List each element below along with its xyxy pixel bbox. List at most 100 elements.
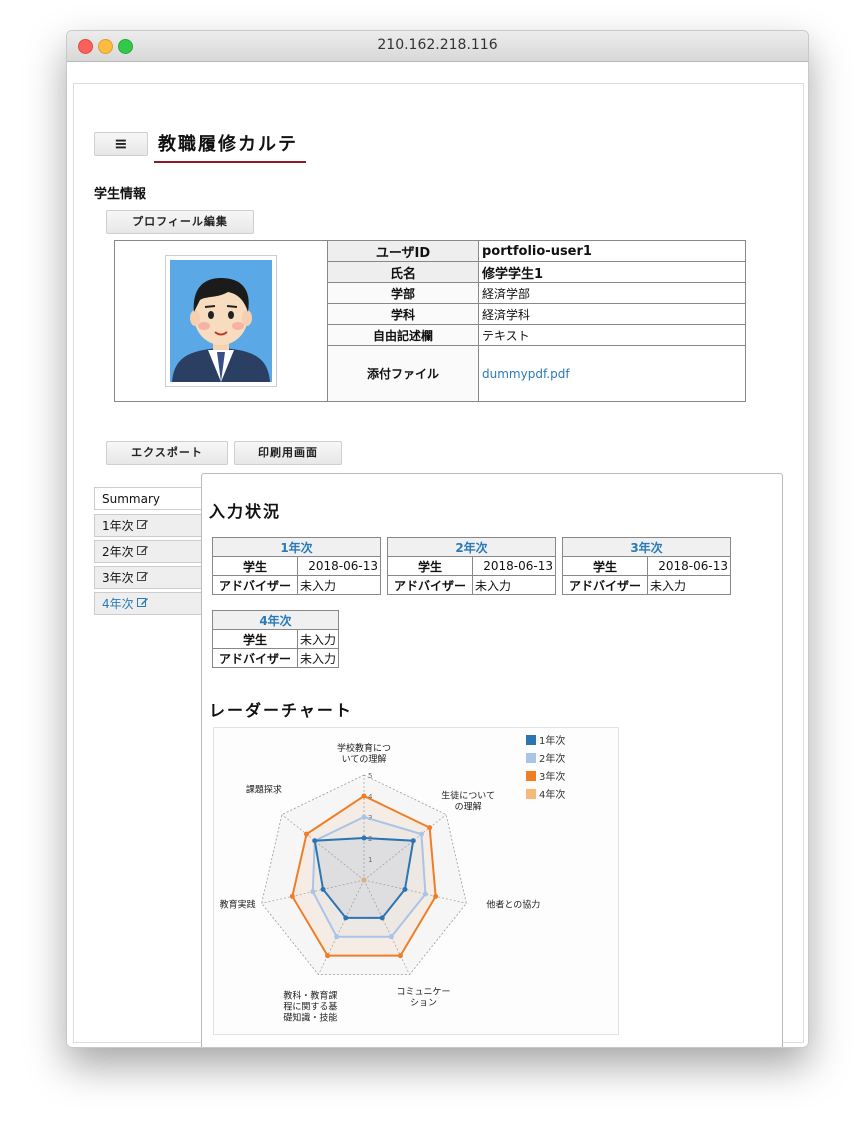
tab-label: Summary bbox=[102, 492, 160, 506]
radar-axis-label: 教育実践 bbox=[220, 898, 256, 910]
advisor-status: 未入力 bbox=[647, 575, 731, 595]
advisor-label: アドバイザー bbox=[212, 575, 298, 595]
radar-data-point bbox=[433, 893, 439, 899]
student-info-heading: 学生情報 bbox=[94, 187, 147, 202]
avatar bbox=[165, 255, 277, 387]
student-date: 2018-06-13 bbox=[472, 556, 556, 576]
export-button[interactable]: エクスポート bbox=[106, 441, 228, 465]
user-id-label: ユーザID bbox=[327, 240, 479, 262]
radar-data-point bbox=[422, 891, 428, 897]
title-underline bbox=[154, 161, 306, 163]
student-label: 学生 bbox=[212, 629, 298, 649]
student-label: 学生 bbox=[562, 556, 648, 576]
radar-data-point bbox=[418, 831, 424, 837]
radar-data-point bbox=[325, 953, 331, 959]
radar-chart: 12345学校教育についての理解生徒についての理解他者との協力コミュニケーション… bbox=[220, 734, 566, 1024]
menu-icon: ≡ bbox=[114, 134, 128, 153]
year-heading: 1年次 bbox=[212, 537, 381, 557]
photo-cell bbox=[114, 240, 328, 402]
radar-axis-label: 程に関する基 bbox=[283, 1001, 337, 1013]
radar-data-point bbox=[388, 934, 394, 940]
radar-axis-label: コミュニケー bbox=[397, 987, 451, 998]
name-label: 氏名 bbox=[327, 261, 479, 283]
tab-year-2[interactable]: 2年次 bbox=[94, 540, 202, 563]
faculty-value: 経済学部 bbox=[478, 282, 746, 304]
advisor-label: アドバイザー bbox=[387, 575, 473, 595]
tab-label: 4年次 bbox=[102, 597, 134, 611]
app-title: 教職履修カルテ bbox=[158, 134, 298, 155]
radar-axis-label: 他者との協力 bbox=[486, 898, 540, 910]
faculty-label: 学部 bbox=[327, 282, 479, 304]
page-content: ≡ 教職履修カルテ 学生情報 プロフィール編集 ユーザID portfolio-… bbox=[73, 83, 804, 1047]
radar-data-point bbox=[312, 838, 318, 844]
radar-data-point bbox=[361, 793, 367, 799]
tab-year-1[interactable]: 1年次 bbox=[94, 514, 202, 537]
radar-axis-label: 学校教育につ bbox=[337, 742, 391, 754]
radar-axis-label: 礎知識・技能 bbox=[283, 1012, 337, 1024]
radar-chart-box: 1 2 3 4 5 学校教育につ いての理解 生徒について の理解 他者との協力 コミュニケー ション… bbox=[213, 727, 619, 1035]
edit-icon bbox=[137, 546, 149, 555]
radar-chart-heading: レーダーチャート bbox=[209, 701, 353, 720]
radar-data-point bbox=[361, 835, 367, 841]
tab-year-3[interactable]: 3年次 bbox=[94, 566, 202, 589]
radar-data-point bbox=[410, 838, 416, 844]
year-status-table-1: 1年次 学生 2018-06-13 アドバイザー 未入力 bbox=[212, 537, 381, 595]
attachment-link[interactable]: dummypdf.pdf bbox=[482, 367, 570, 381]
legend-label: 2年次 bbox=[539, 752, 565, 765]
radar-axis-label: 課題探求 bbox=[246, 784, 282, 796]
legend-swatch bbox=[526, 753, 536, 763]
input-status-heading: 入力状況 bbox=[209, 502, 282, 521]
radar-data-point bbox=[343, 915, 349, 921]
name-value: 修学学生1 bbox=[478, 261, 746, 283]
title-bar: 210.162.218.116 bbox=[67, 31, 808, 62]
tab-year-4[interactable]: 4年次 bbox=[94, 592, 202, 615]
edit-profile-button[interactable]: プロフィール編集 bbox=[106, 210, 254, 234]
radar-data-point bbox=[320, 886, 326, 892]
radar-data-point bbox=[289, 893, 295, 899]
radar-axis-label: ション bbox=[410, 999, 437, 1009]
year-heading: 4年次 bbox=[211, 610, 340, 630]
edit-icon bbox=[137, 598, 149, 607]
summary-panel: 入力状況 1年次 学生 2018-06-13 アドバイザー 未入力 2年次 学生 20… bbox=[201, 473, 783, 1047]
advisor-label: アドバイザー bbox=[562, 575, 648, 595]
hamburger-menu-button[interactable]: ≡ bbox=[94, 132, 148, 156]
legend-swatch bbox=[526, 771, 536, 781]
tab-label: 1年次 bbox=[102, 519, 134, 533]
advisor-status: 未入力 bbox=[297, 575, 381, 595]
year-status-table-2: 2年次 学生 2018-06-13 アドバイザー 未入力 bbox=[387, 537, 556, 595]
window-title: 210.162.218.116 bbox=[377, 37, 498, 53]
student-date: 2018-06-13 bbox=[297, 556, 381, 576]
radar-axis-label: 生徒について bbox=[441, 790, 495, 802]
avatar-photo-icon bbox=[170, 260, 272, 382]
legend-label: 4年次 bbox=[539, 788, 565, 801]
student-label: 学生 bbox=[387, 556, 473, 576]
print-view-button[interactable]: 印刷用画面 bbox=[234, 441, 342, 465]
radar-data-point bbox=[361, 814, 367, 820]
radar-data-point bbox=[397, 953, 403, 959]
radar-axis-label: の理解 bbox=[455, 801, 482, 813]
year-heading: 2年次 bbox=[387, 537, 556, 557]
radar-data-point bbox=[402, 886, 408, 892]
legend-swatch bbox=[526, 735, 536, 745]
free-text-label: 自由記述欄 bbox=[327, 324, 479, 346]
edit-icon bbox=[137, 572, 149, 581]
tab-label: 3年次 bbox=[102, 571, 134, 585]
department-label: 学科 bbox=[327, 303, 479, 325]
department-value: 経済学科 bbox=[478, 303, 746, 325]
edit-icon bbox=[137, 520, 149, 529]
advisor-status: 未入力 bbox=[472, 575, 556, 595]
radar-axis-label: いての理解 bbox=[342, 753, 387, 765]
radar-data-point bbox=[310, 889, 316, 895]
browser-window: 210.162.218.116 ≡ 教職履修カルテ 学生情報 プロフィール編集 bbox=[66, 30, 809, 1048]
attachment-label: 添付ファイル bbox=[327, 345, 479, 402]
year-status-table-4: 4年次 学生 未入力 アドバイザー 未入力 bbox=[211, 610, 340, 668]
tab-summary[interactable]: Summary bbox=[94, 487, 202, 510]
radar-data-point bbox=[334, 934, 340, 940]
free-text-value: テキスト bbox=[478, 324, 746, 346]
legend-label: 1年次 bbox=[539, 734, 565, 747]
year-heading: 3年次 bbox=[562, 537, 731, 557]
radar-tick-label: 5 bbox=[368, 772, 372, 780]
radar-data-point bbox=[379, 915, 385, 921]
radar-data-point bbox=[427, 825, 433, 831]
student-date: 2018-06-13 bbox=[647, 556, 731, 576]
